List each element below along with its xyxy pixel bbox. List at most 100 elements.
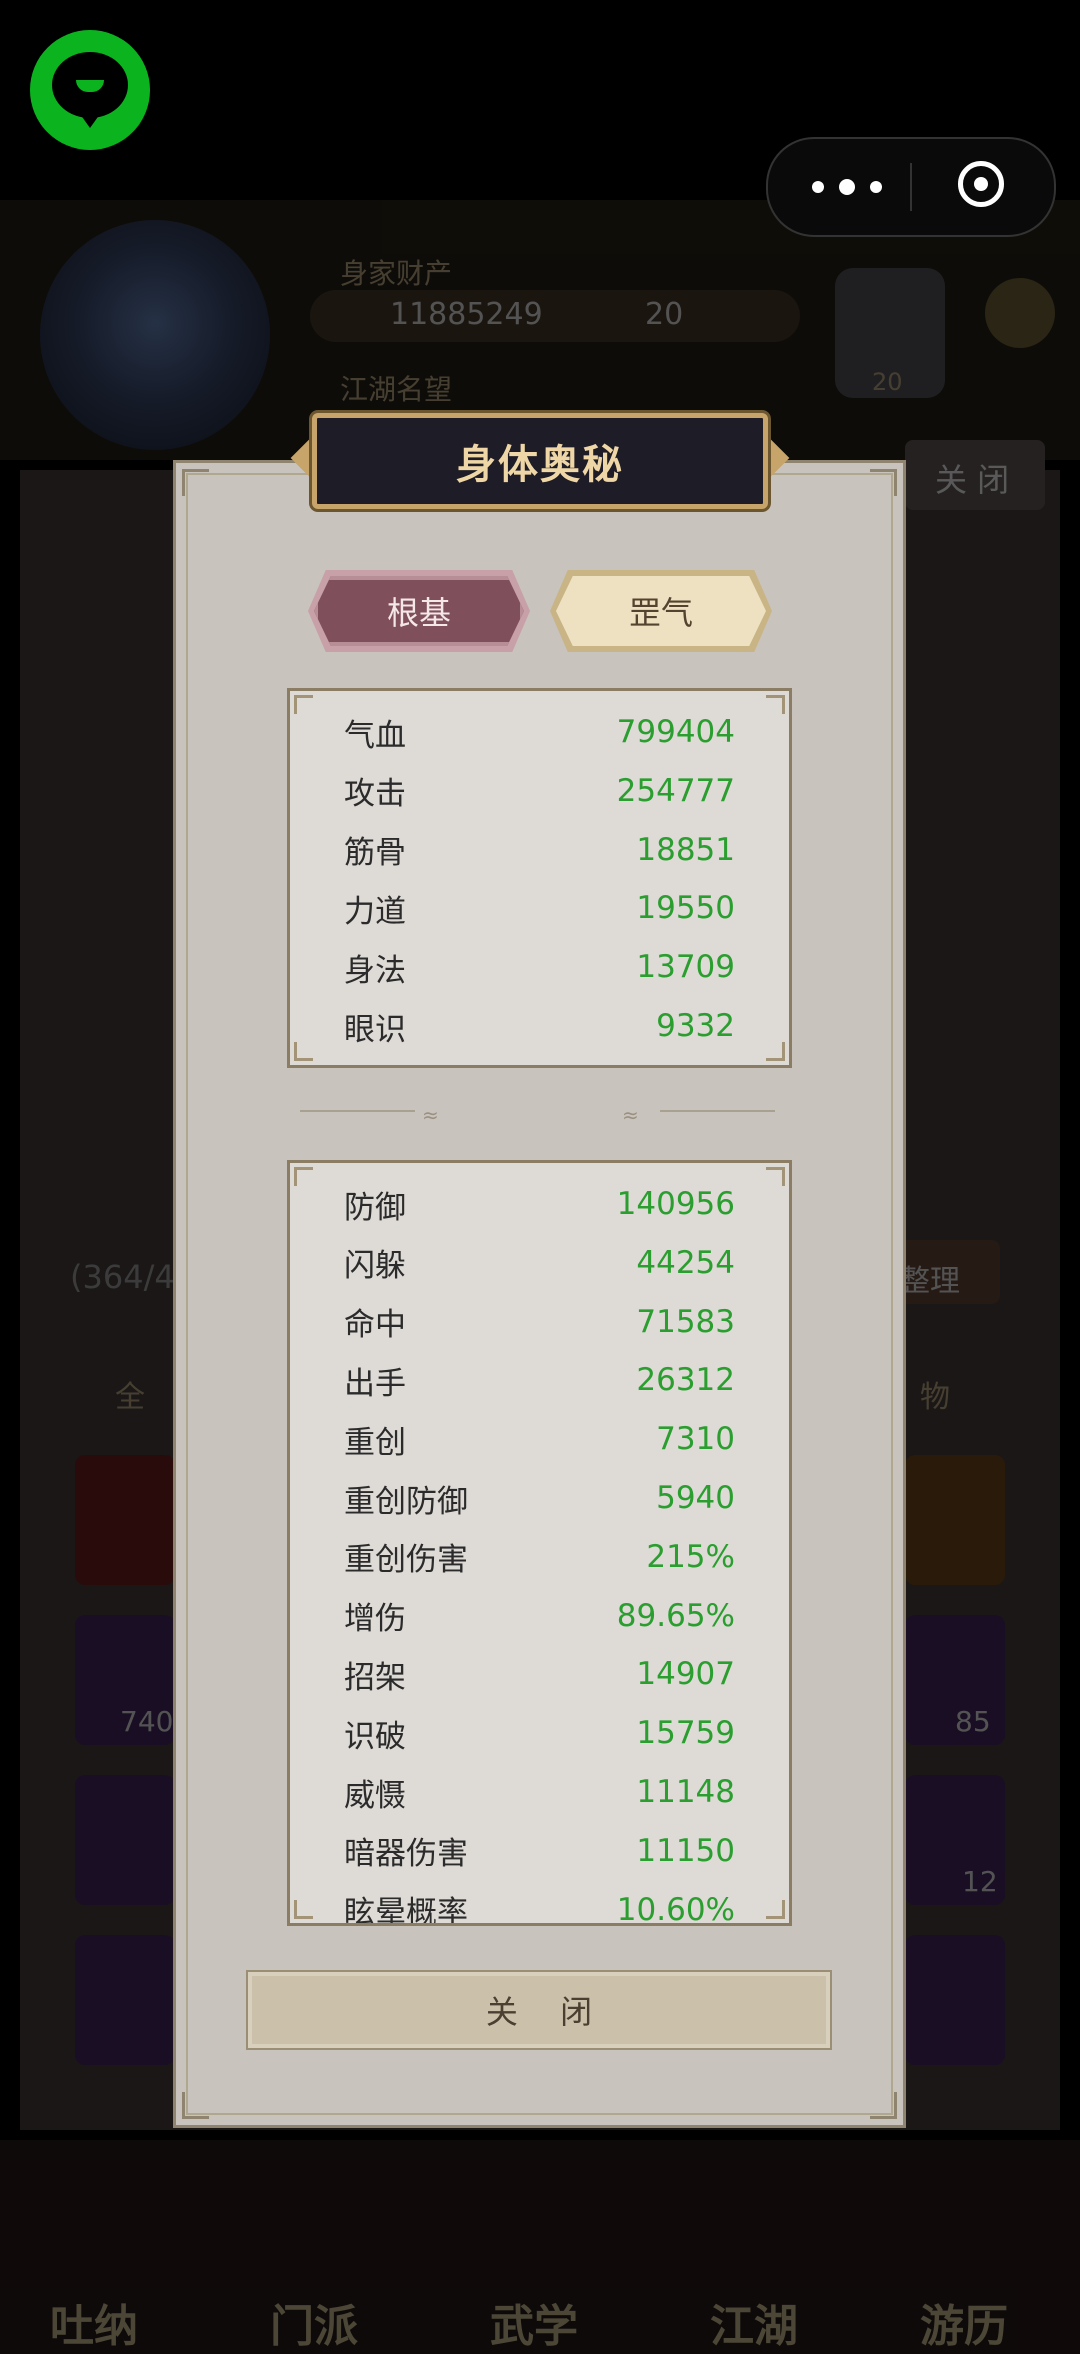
item-slot bbox=[75, 1775, 175, 1905]
stat-value: 254777 bbox=[616, 772, 735, 809]
gear-icon bbox=[985, 278, 1055, 348]
panel-corner bbox=[766, 695, 785, 714]
item-slot bbox=[75, 1935, 175, 2065]
stat-row: 招架 14907 bbox=[344, 1645, 735, 1703]
stat-value: 71583 bbox=[636, 1303, 735, 1340]
app-logo-icon bbox=[30, 30, 150, 150]
stat-row: 筋骨 18851 bbox=[344, 821, 735, 879]
divider-line-right bbox=[660, 1110, 775, 1112]
stat-name: 筋骨 bbox=[344, 835, 406, 872]
jade-amount: 20 bbox=[645, 297, 684, 332]
bg-close-label: 关 闭 bbox=[935, 461, 1010, 499]
bg-tab-all: 全 bbox=[115, 1380, 145, 1415]
stat-value: 19550 bbox=[636, 890, 735, 927]
stat-value: 11150 bbox=[636, 1832, 735, 1869]
nav-jianghu: 江湖 bbox=[710, 2301, 798, 2352]
stat-name: 重创伤害 bbox=[344, 1542, 468, 1579]
wealth-bar bbox=[310, 290, 800, 342]
close-miniprogram-icon[interactable] bbox=[958, 161, 1004, 207]
stat-row: 闪躲 44254 bbox=[344, 1234, 735, 1292]
wealth-title: 身家财产 bbox=[340, 257, 453, 290]
stat-value: 11148 bbox=[636, 1774, 735, 1810]
stat-name: 重创 bbox=[344, 1424, 406, 1461]
stat-name: 增伤 bbox=[344, 1601, 406, 1638]
panel-corner bbox=[294, 1900, 313, 1919]
stat-value: 14907 bbox=[636, 1656, 735, 1693]
close-button[interactable]: 关 闭 bbox=[246, 1970, 832, 2050]
modal-title: 身体奥秘 bbox=[456, 442, 624, 488]
stat-row: 重创伤害 215% bbox=[344, 1528, 735, 1586]
advanced-stats-panel[interactable]: 防御 140956 闪躲 44254 命中 71583 出手 26312 重创 7310 重创防御 5… bbox=[287, 1160, 792, 1926]
stat-name: 命中 bbox=[344, 1307, 406, 1344]
nav-tuna: 吐纳 bbox=[50, 2301, 138, 2352]
stat-value: 15759 bbox=[636, 1715, 735, 1752]
stat-name: 出手 bbox=[344, 1365, 406, 1402]
panel-corner bbox=[294, 1167, 313, 1186]
divider-ornament-right: ≈ bbox=[622, 1103, 639, 1127]
stat-name: 防御 bbox=[344, 1189, 406, 1226]
corner-ornament bbox=[182, 2092, 209, 2119]
panel-corner bbox=[766, 1900, 785, 1919]
stat-row: 增伤 89.65% bbox=[344, 1587, 735, 1645]
stat-value: 89.65% bbox=[616, 1597, 735, 1634]
stat-row: 威慑 11148 bbox=[344, 1763, 735, 1821]
yinyang-count: 20 bbox=[872, 368, 903, 396]
nav-wuxue: 武学 bbox=[490, 2301, 578, 2352]
more-icon[interactable] bbox=[812, 177, 882, 197]
stat-name: 识破 bbox=[344, 1718, 406, 1755]
miniprogram-capsule bbox=[766, 137, 1056, 237]
item-slot bbox=[905, 1935, 1005, 2065]
stat-value: 140956 bbox=[616, 1186, 735, 1222]
stat-name: 重创防御 bbox=[344, 1483, 468, 1520]
stat-value: 44254 bbox=[636, 1244, 735, 1281]
stat-value: 13709 bbox=[636, 949, 735, 986]
stat-row: 眩晕概率 10.60% bbox=[344, 1881, 735, 1926]
divider-line-left bbox=[300, 1110, 415, 1112]
bg-tab-item: 物 bbox=[920, 1380, 950, 1415]
stat-name: 威慑 bbox=[344, 1777, 406, 1814]
stat-name: 眩晕概率 bbox=[344, 1895, 468, 1926]
fame-title: 江湖名望 bbox=[340, 373, 453, 406]
corner-ornament bbox=[182, 469, 209, 496]
stat-value: 215% bbox=[646, 1538, 735, 1575]
panel-corner bbox=[766, 1042, 785, 1061]
stat-row: 力道 19550 bbox=[344, 879, 735, 937]
stat-value: 7310 bbox=[656, 1421, 735, 1458]
stat-row: 气血 799404 bbox=[344, 703, 735, 761]
bag-capacity: (364/4 bbox=[70, 1258, 175, 1296]
stat-row: 暗器伤害 11150 bbox=[344, 1822, 735, 1880]
stat-value: 10.60% bbox=[616, 1891, 735, 1926]
stat-value: 18851 bbox=[636, 831, 735, 868]
basic-stats-panel: 气血 799404 攻击 254777 筋骨 18851 力道 19550 身法 13709 眼识 9… bbox=[287, 688, 792, 1068]
stat-name: 招架 bbox=[344, 1659, 406, 1696]
item-slot bbox=[75, 1455, 175, 1585]
stat-value: 26312 bbox=[636, 1362, 735, 1399]
item-count: 12 bbox=[962, 1865, 998, 1898]
stat-value: 9332 bbox=[656, 1008, 735, 1044]
capsule-divider bbox=[910, 163, 912, 211]
sort-label: 整理 bbox=[900, 1264, 960, 1299]
nav-menpai: 门派 bbox=[270, 2301, 358, 2352]
stat-row: 识破 15759 bbox=[344, 1704, 735, 1762]
stat-name: 身法 bbox=[344, 952, 406, 989]
player-avatar bbox=[40, 220, 270, 450]
stat-name: 眼识 bbox=[344, 1011, 406, 1048]
divider-ornament-left: ≈ bbox=[422, 1103, 439, 1127]
gold-amount: 11885249 bbox=[390, 297, 543, 332]
stat-name: 闪躲 bbox=[344, 1248, 406, 1285]
corner-ornament bbox=[870, 469, 897, 496]
tab-gangqi[interactable]: 罡气 bbox=[556, 576, 766, 646]
stat-row: 防御 140956 bbox=[344, 1175, 735, 1233]
stat-name: 力道 bbox=[344, 893, 406, 930]
panel-corner bbox=[294, 695, 313, 714]
stat-row: 出手 26312 bbox=[344, 1351, 735, 1409]
item-count: 85 bbox=[955, 1705, 991, 1738]
stat-name: 攻击 bbox=[344, 776, 406, 813]
stat-row: 攻击 254777 bbox=[344, 762, 735, 820]
nav-youli: 游历 bbox=[920, 2301, 1008, 2352]
corner-ornament bbox=[870, 2092, 897, 2119]
tab-genji[interactable]: 根基 bbox=[314, 576, 524, 646]
stat-name: 暗器伤害 bbox=[344, 1836, 468, 1873]
panel-corner bbox=[766, 1167, 785, 1186]
stat-row: 身法 13709 bbox=[344, 938, 735, 996]
